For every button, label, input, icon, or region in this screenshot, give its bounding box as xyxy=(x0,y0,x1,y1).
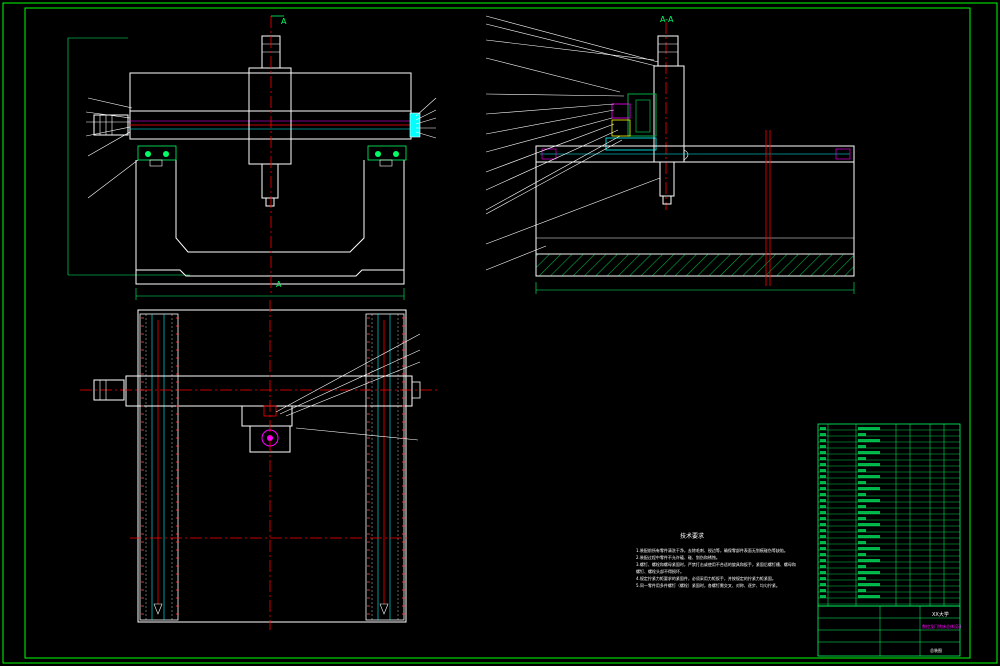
parts-cell-index xyxy=(820,577,826,580)
cad-drawing-canvas: A A A-A 技术要求 1.装配前所有零件清洗干净，去除毛刺、锐边等，确保零部… xyxy=(2,2,998,664)
parts-cell-index xyxy=(820,445,826,448)
parts-cell-index xyxy=(820,571,826,574)
parts-cell-text xyxy=(858,523,880,526)
parts-cell-index xyxy=(820,469,826,472)
section-label-top: A xyxy=(281,17,287,26)
parts-cell-text xyxy=(858,583,880,586)
notes-line-3: 3.螺钉、螺栓和螺母紧固时，严禁打击或使用不合适的旋具和扳手，紧固后螺钉槽、螺母… xyxy=(636,561,796,567)
parts-cell-index xyxy=(820,541,826,544)
parts-cell-text xyxy=(858,481,866,484)
parts-cell-text xyxy=(858,451,880,454)
parts-cell-text xyxy=(858,559,880,562)
notes-line-2: 2.装配过程中零件不允许磕、碰、划伤和锈蚀。 xyxy=(636,554,720,560)
notes-line-6: 5.同一零件用多件螺钉（螺栓）紧固时，各螺钉需交叉、对称、逐步、均匀拧紧。 xyxy=(636,582,780,588)
parts-cell-text xyxy=(858,541,866,544)
parts-cell-index xyxy=(820,553,826,556)
parts-list-table xyxy=(817,423,961,607)
section-view-title: A-A xyxy=(660,15,674,24)
parts-cell-text xyxy=(858,571,880,574)
parts-cell-text xyxy=(858,433,866,436)
parts-cell-index xyxy=(820,475,826,478)
parts-cell-text xyxy=(858,439,880,442)
title-drawing-no: 总装图 xyxy=(930,647,942,653)
parts-cell-text xyxy=(858,469,866,472)
parts-cell-index xyxy=(820,481,826,484)
parts-cell-text xyxy=(858,595,880,598)
parts-cell-text xyxy=(858,553,866,556)
parts-cell-index xyxy=(820,451,826,454)
parts-cell-text xyxy=(858,589,866,592)
parts-cell-index xyxy=(820,499,826,502)
parts-cell-text xyxy=(858,505,866,508)
parts-cell-text xyxy=(858,457,866,460)
parts-cell-index xyxy=(820,595,826,598)
parts-cell-index xyxy=(820,529,826,532)
title-school: XX大学 xyxy=(932,611,949,618)
parts-cell-text xyxy=(858,547,880,550)
parts-cell-text xyxy=(858,511,880,514)
parts-cell-index xyxy=(820,439,826,442)
parts-cell-text xyxy=(858,463,880,466)
parts-cell-index xyxy=(820,493,826,496)
section-label-bottom: A xyxy=(276,280,282,289)
parts-cell-index xyxy=(820,511,826,514)
parts-cell-index xyxy=(820,427,826,430)
notes-line-5: 4.规定拧紧力矩要求的紧固件，必须采用力矩扳手，并按规定的拧紧力矩紧固。 xyxy=(636,575,776,581)
parts-cell-index xyxy=(820,487,826,490)
technical-notes: 技术要求 1.装配前所有零件清洗干净，去除毛刺、锐边等，确保零部件表面无划痕碰伤… xyxy=(636,532,796,588)
parts-cell-index xyxy=(820,457,826,460)
parts-cell-text xyxy=(858,517,866,520)
title-block: XX大学 数控龙门铣床总体设计 总装图 xyxy=(817,605,962,657)
parts-cell-index xyxy=(820,565,826,568)
parts-cell-index xyxy=(820,517,826,520)
parts-cell-index xyxy=(820,547,826,550)
parts-cell-text xyxy=(858,577,866,580)
parts-cell-index xyxy=(820,559,826,562)
parts-cell-index xyxy=(820,583,826,586)
rail-ticks xyxy=(141,317,405,615)
parts-cell-text xyxy=(858,493,866,496)
notes-title: 技术要求 xyxy=(680,532,704,540)
parts-cell-text xyxy=(858,427,880,430)
top-view xyxy=(80,300,440,630)
parts-cell-text xyxy=(858,445,866,448)
parts-cell-index xyxy=(820,523,826,526)
title-drawing-name: 数控龙门铣床总体设计 xyxy=(922,623,962,629)
parts-cell-index xyxy=(820,535,826,538)
parts-cell-text xyxy=(858,487,880,490)
parts-cell-text xyxy=(858,475,880,478)
parts-cell-text xyxy=(858,499,880,502)
parts-cell-text xyxy=(858,535,880,538)
front-view: A A xyxy=(67,15,437,300)
parts-cell-text xyxy=(858,529,866,532)
parts-cell-index xyxy=(820,433,826,436)
section-view: A-A xyxy=(485,15,855,294)
parts-cell-text xyxy=(858,565,866,568)
parts-cell-index xyxy=(820,589,826,592)
parts-cell-index xyxy=(820,463,826,466)
notes-line-4: 螺钉、螺栓头部不得损坏。 xyxy=(636,568,684,574)
notes-line-1: 1.装配前所有零件清洗干净，去除毛刺、锐边等，确保零部件表面无划痕碰伤等缺陷。 xyxy=(636,547,788,553)
parts-cell-index xyxy=(820,505,826,508)
